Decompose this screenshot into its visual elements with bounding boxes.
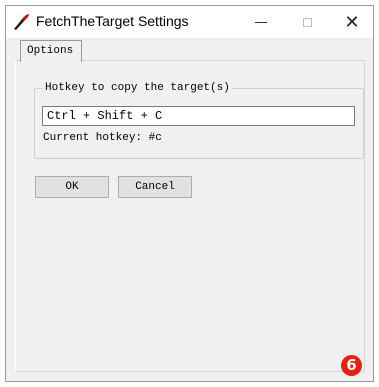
ok-button[interactable]: OK	[35, 176, 109, 198]
hotkey-input[interactable]	[42, 106, 355, 126]
minimize-button[interactable]	[238, 6, 284, 38]
tab-options[interactable]: Options	[20, 40, 83, 62]
maximize-icon	[302, 17, 312, 27]
window-title: FetchTheTarget Settings	[36, 13, 189, 29]
title-bar[interactable]: FetchTheTarget Settings ✕	[6, 6, 373, 38]
maximize-button[interactable]	[284, 6, 330, 38]
current-hotkey-label: Current hotkey: #c	[43, 132, 162, 144]
cancel-button[interactable]: Cancel	[118, 176, 192, 198]
feather-pen-icon	[14, 14, 29, 30]
minimize-icon	[255, 21, 267, 23]
hotkey-group-label: Hotkey to copy the target(s)	[43, 82, 232, 94]
close-icon: ✕	[344, 12, 360, 32]
close-button[interactable]: ✕	[329, 6, 375, 38]
step-number-badge: 6	[341, 355, 362, 376]
